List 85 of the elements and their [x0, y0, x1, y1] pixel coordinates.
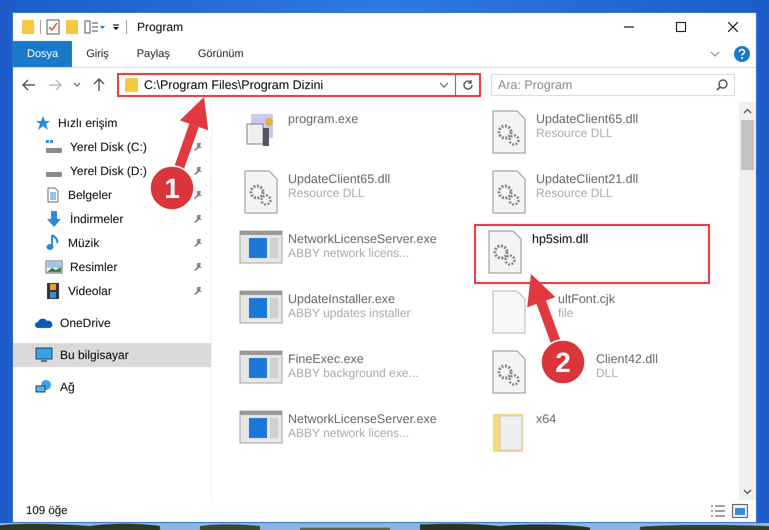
file-name[interactable]: UpdateInstaller.exe	[288, 292, 411, 306]
drive-icon	[45, 170, 63, 178]
scrollbar-thumb[interactable]	[741, 120, 754, 170]
sidebar-item[interactable]: Hızlı erişim	[13, 111, 211, 135]
search-input[interactable]: Ara: Program	[498, 75, 716, 95]
file-name[interactable]: x64	[536, 412, 556, 426]
monitor-icon	[35, 347, 53, 363]
folder-icon	[21, 19, 35, 35]
file-name[interactable]: NetworkLicenseServer.exe	[288, 232, 437, 246]
file-type: ABBY updates installer	[288, 306, 411, 320]
download-icon	[45, 210, 63, 228]
close-icon	[728, 22, 738, 32]
window-icon	[239, 410, 283, 444]
document-icon	[45, 187, 61, 203]
file-name[interactable]: ultFont.cjk	[558, 292, 615, 306]
sidebar-item[interactable]: İndirmeler	[13, 207, 211, 231]
film-icon	[45, 282, 61, 300]
sidebar-item[interactable]: OneDrive	[13, 311, 211, 335]
help-icon[interactable]	[734, 46, 750, 62]
file-name[interactable]: hp5sim.dll	[532, 232, 588, 246]
maximize-icon	[676, 22, 686, 32]
file-type: ABBY background exe...	[288, 366, 419, 380]
music-note-icon	[45, 234, 61, 252]
address-bar[interactable]: C:\Program Files\Program Dizini	[117, 73, 481, 97]
step-number: 2	[555, 347, 571, 378]
sidebar-item[interactable]: Resimler	[13, 255, 211, 279]
window-icon	[239, 350, 283, 384]
ribbon-tab[interactable]: Görünüm	[184, 41, 258, 67]
star-icon	[35, 115, 51, 131]
gear-file-icon	[244, 170, 278, 214]
file-type: ABBY network licens...	[288, 246, 410, 260]
sidebar-item[interactable]: Ağ	[13, 375, 211, 399]
folder-icon	[125, 78, 138, 92]
window-title: Program	[137, 20, 184, 34]
gear-file-icon	[492, 170, 526, 214]
scroll-down-icon[interactable]	[743, 488, 752, 494]
file-type: file	[558, 306, 574, 320]
file-name[interactable]: Client42.dll	[596, 352, 658, 366]
sidebar-item[interactable]: Videolar	[13, 279, 211, 303]
gear-file-icon	[492, 350, 526, 394]
search-icon	[716, 79, 728, 91]
drive-icon	[45, 139, 63, 155]
scroll-up-icon[interactable]	[743, 108, 752, 114]
up-arrow-icon	[93, 78, 105, 92]
window-icon	[239, 230, 283, 264]
search-field[interactable]: Ara: Program	[491, 74, 735, 96]
network-icon	[35, 379, 53, 395]
window-icon	[239, 290, 283, 324]
forward-arrow-icon	[48, 79, 62, 91]
large-icons-view-icon[interactable]	[732, 504, 748, 518]
dropdown-icon[interactable]	[439, 81, 449, 89]
minimize-icon	[624, 26, 634, 28]
file-name[interactable]: UpdateClient21.dll	[536, 172, 638, 186]
file-type: Resource DLL	[536, 186, 614, 200]
file-name[interactable]: NetworkLicenseServer.exe	[288, 412, 437, 426]
file-icon	[492, 290, 526, 334]
sidebar-item[interactable]: Yerel Disk (C:)	[13, 135, 211, 159]
file-name[interactable]: program.exe	[288, 112, 358, 126]
refresh-icon	[462, 79, 474, 91]
details-view-icon[interactable]	[710, 504, 726, 518]
scrollbar[interactable]	[739, 102, 756, 500]
file-name[interactable]: UpdateClient65.dll	[288, 172, 390, 186]
file-type: ABBY network licens...	[288, 426, 410, 440]
caret-icon	[73, 82, 81, 88]
file-type: DLL	[596, 366, 620, 380]
file-type: Resource DLL	[288, 186, 366, 200]
ribbon-tab[interactable]: Paylaş	[122, 41, 184, 67]
properties-icon[interactable]	[84, 20, 106, 34]
back-arrow-icon	[22, 79, 36, 91]
file-name[interactable]: FineExec.exe	[288, 352, 419, 366]
cloud-icon	[35, 316, 53, 330]
checklist-icon[interactable]	[46, 19, 60, 35]
image-icon	[45, 259, 63, 275]
ribbon-tab[interactable]: Giriş	[72, 41, 123, 67]
gear-file-icon	[488, 230, 522, 274]
item-count: 109 öğe	[26, 505, 68, 517]
sidebar-item[interactable]: Müzik	[13, 231, 211, 255]
chevron-icon[interactable]	[710, 50, 720, 58]
file-name[interactable]: UpdateClient65.dll	[536, 112, 638, 126]
dropdown-icon[interactable]	[111, 22, 121, 32]
step-number: 1	[164, 173, 180, 204]
ribbon-tab[interactable]: Dosya	[13, 41, 72, 67]
gear-file-icon	[492, 110, 526, 154]
sidebar-item[interactable]: Bu bilgisayar	[13, 343, 211, 367]
file-type: Resource DLL	[536, 126, 614, 140]
